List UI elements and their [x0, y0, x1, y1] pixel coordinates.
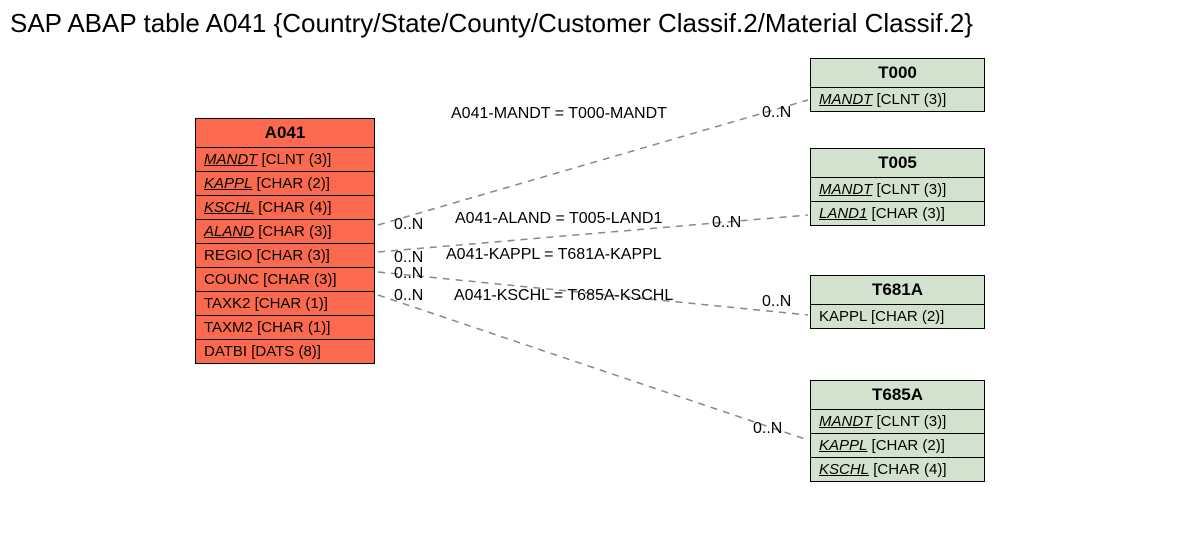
entity-t005: T005 MANDT [CLNT (3)] LAND1 [CHAR (3)] — [810, 148, 985, 226]
page-title: SAP ABAP table A041 {Country/State/Count… — [10, 8, 973, 39]
entity-t685a-field: KSCHL [CHAR (4)] — [811, 458, 984, 481]
entity-a041-field: DATBI [DATS (8)] — [196, 340, 374, 363]
entity-t005-field: MANDT [CLNT (3)] — [811, 178, 984, 202]
edge-label-2: A041-ALAND = T005-LAND1 — [455, 210, 662, 228]
edge-label-4: A041-KSCHL = T685A-KSCHL — [454, 287, 673, 305]
entity-a041-field: COUNC [CHAR (3)] — [196, 268, 374, 292]
entity-t005-header: T005 — [811, 149, 984, 178]
card-e2-right: 0..N — [712, 214, 741, 232]
entity-t685a: T685A MANDT [CLNT (3)] KAPPL [CHAR (2)] … — [810, 380, 985, 482]
entity-t685a-field: MANDT [CLNT (3)] — [811, 410, 984, 434]
entity-t000: T000 MANDT [CLNT (3)] — [810, 58, 985, 112]
entity-a041-header: A041 — [196, 119, 374, 148]
edge-a041-t685a — [378, 295, 808, 440]
entity-t005-field: LAND1 [CHAR (3)] — [811, 202, 984, 225]
entity-a041-field: TAXM2 [CHAR (1)] — [196, 316, 374, 340]
entity-t681a-header: T681A — [811, 276, 984, 305]
entity-t685a-field: KAPPL [CHAR (2)] — [811, 434, 984, 458]
edge-label-3: A041-KAPPL = T681A-KAPPL — [446, 246, 662, 264]
card-e4-left: 0..N — [394, 287, 423, 305]
entity-a041-field: TAXK2 [CHAR (1)] — [196, 292, 374, 316]
entity-a041-field: ALAND [CHAR (3)] — [196, 220, 374, 244]
card-e3-left: 0..N — [394, 265, 423, 283]
entity-t000-header: T000 — [811, 59, 984, 88]
entity-t681a-field: KAPPL [CHAR (2)] — [811, 305, 984, 328]
entity-t685a-header: T685A — [811, 381, 984, 410]
entity-t000-field: MANDT [CLNT (3)] — [811, 88, 984, 111]
edge-label-1: A041-MANDT = T000-MANDT — [451, 105, 667, 123]
card-e3-right: 0..N — [762, 293, 791, 311]
card-e4-right: 0..N — [753, 420, 782, 438]
card-e1-right: 0..N — [762, 104, 791, 122]
entity-a041-field: REGIO [CHAR (3)] — [196, 244, 374, 268]
entity-t681a: T681A KAPPL [CHAR (2)] — [810, 275, 985, 329]
entity-a041: A041 MANDT [CLNT (3)] KAPPL [CHAR (2)] K… — [195, 118, 375, 364]
entity-a041-field: KAPPL [CHAR (2)] — [196, 172, 374, 196]
connectors-svg — [0, 0, 1179, 549]
entity-a041-field: KSCHL [CHAR (4)] — [196, 196, 374, 220]
card-e1-left: 0..N — [394, 216, 423, 234]
entity-a041-field: MANDT [CLNT (3)] — [196, 148, 374, 172]
